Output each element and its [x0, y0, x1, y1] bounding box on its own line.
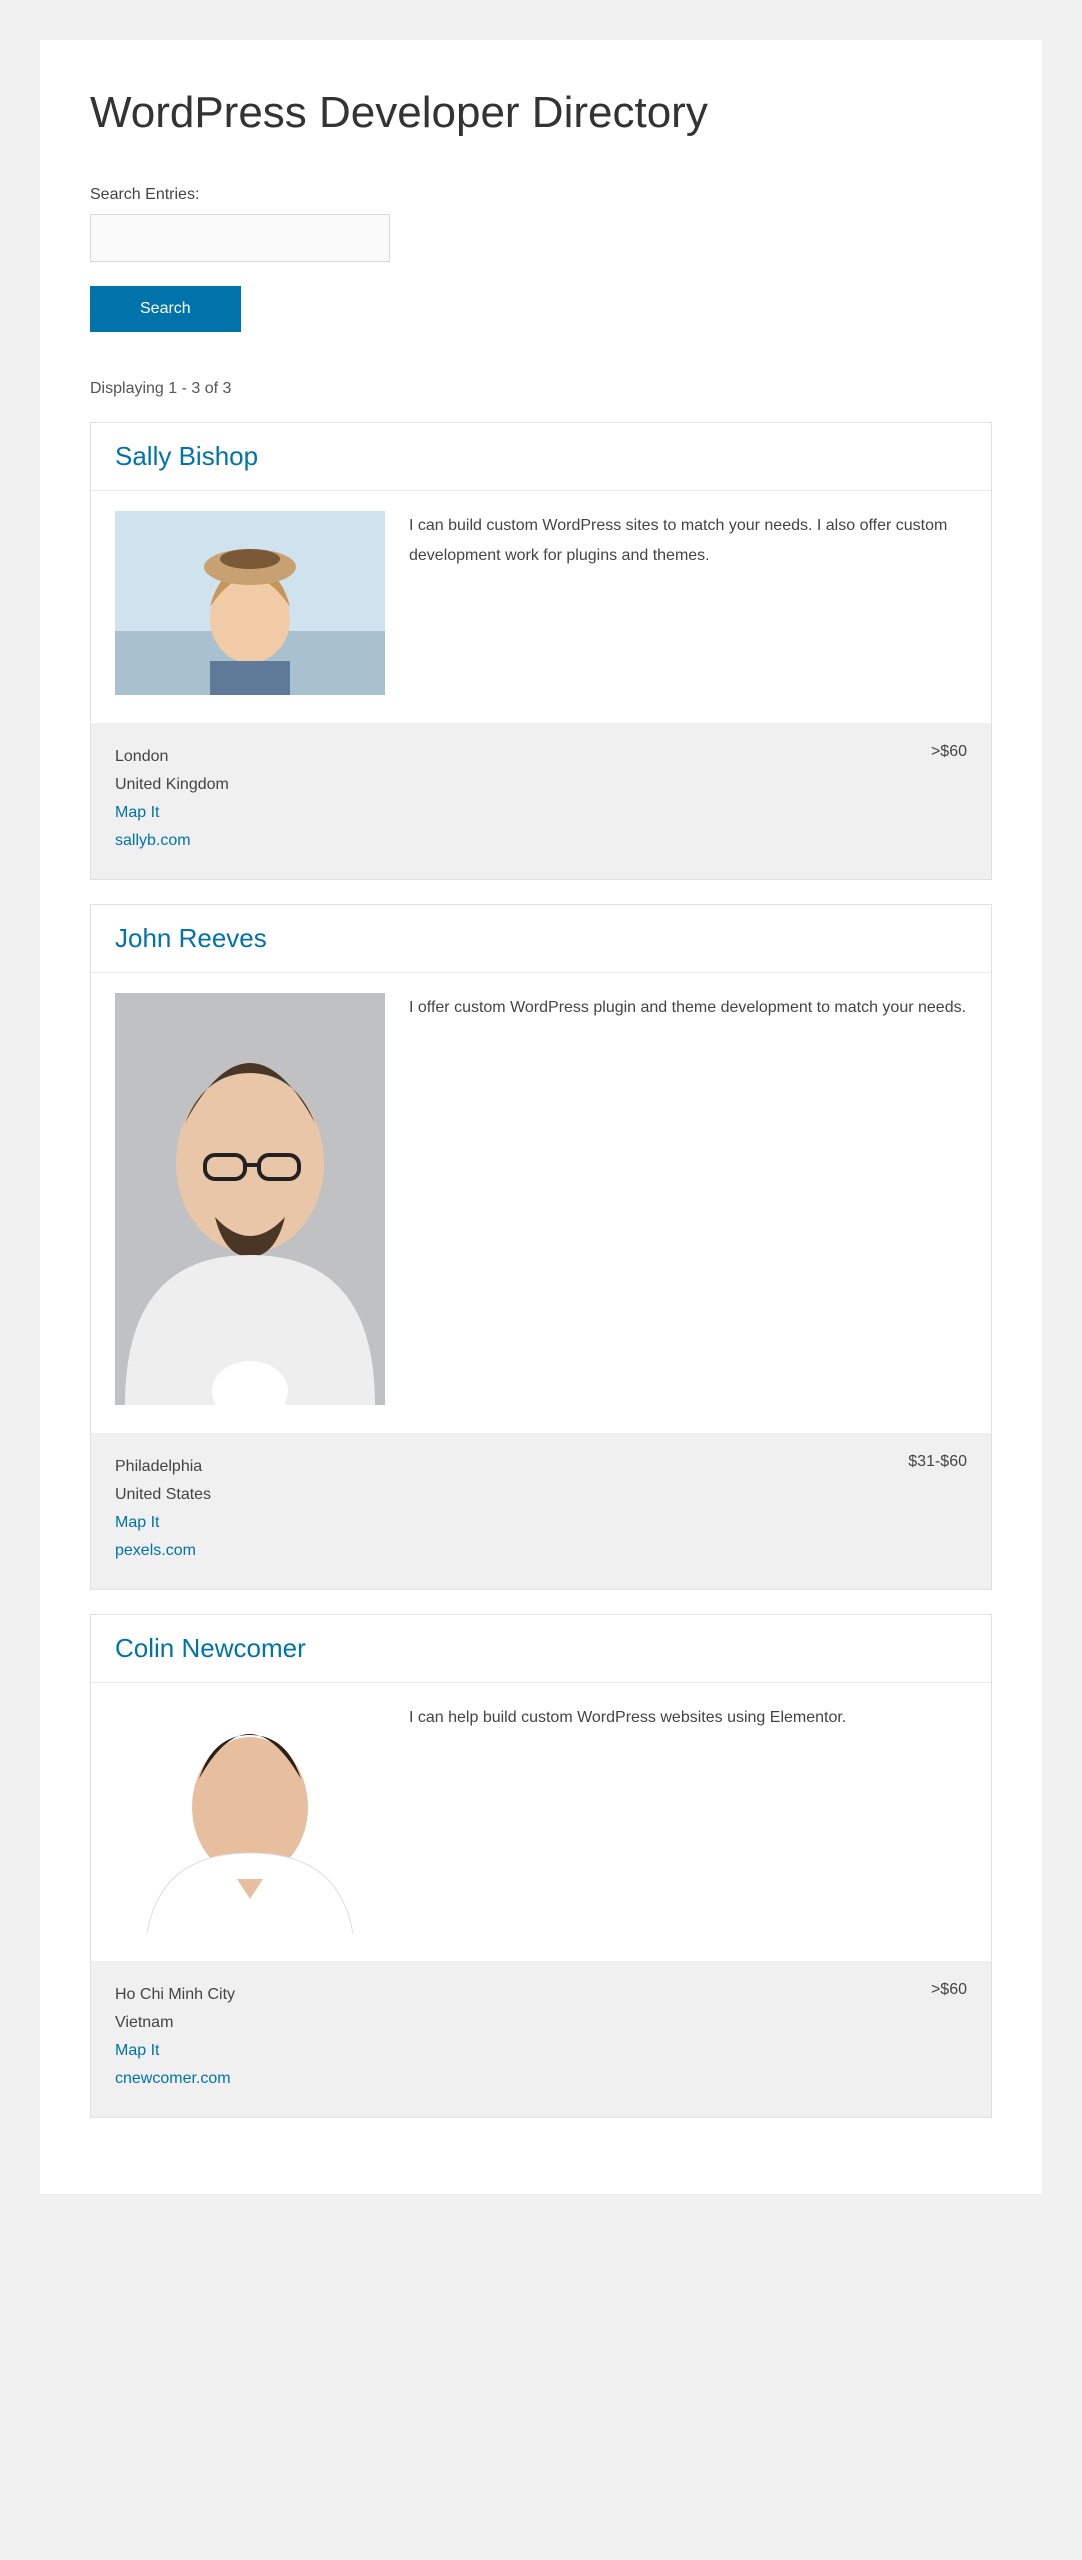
search-label: Search Entries: — [90, 186, 992, 204]
entry-website-link[interactable]: pexels.com — [115, 1537, 211, 1565]
map-it-link[interactable]: Map It — [115, 799, 229, 827]
directory-entry: John Reeves I offer custom WordPress plu… — [90, 904, 992, 1590]
result-count: Displaying 1 - 3 of 3 — [90, 380, 992, 398]
page-title: WordPress Developer Directory — [90, 88, 992, 138]
entry-description: I can build custom WordPress sites to ma… — [409, 511, 967, 572]
entry-price: >$60 — [931, 743, 967, 761]
entry-price: >$60 — [931, 1981, 967, 1999]
map-it-link[interactable]: Map It — [115, 2037, 235, 2065]
entry-country: United Kingdom — [115, 771, 229, 799]
entry-photo — [115, 993, 385, 1405]
entry-price: $31-$60 — [908, 1453, 967, 1471]
entry-description: I can help build custom WordPress websit… — [409, 1703, 967, 1733]
entry-photo — [115, 1703, 385, 1933]
search-input[interactable] — [90, 214, 390, 262]
directory-entry: Colin Newcomer I can help build custom W… — [90, 1614, 992, 2118]
entry-name-link[interactable]: John Reeves — [115, 923, 267, 953]
entry-city: London — [115, 743, 229, 771]
entry-photo — [115, 511, 385, 695]
map-it-link[interactable]: Map It — [115, 1509, 211, 1537]
entry-description: I offer custom WordPress plugin and them… — [409, 993, 967, 1023]
entry-city: Ho Chi Minh City — [115, 1981, 235, 2009]
entry-country: United States — [115, 1481, 211, 1509]
entry-name-link[interactable]: Sally Bishop — [115, 441, 258, 471]
entry-name-link[interactable]: Colin Newcomer — [115, 1633, 306, 1663]
entry-website-link[interactable]: cnewcomer.com — [115, 2065, 235, 2093]
directory-entry: Sally Bishop I can build custom WordPres… — [90, 422, 992, 880]
entry-website-link[interactable]: sallyb.com — [115, 827, 229, 855]
entry-city: Philadelphia — [115, 1453, 211, 1481]
search-button[interactable]: Search — [90, 286, 241, 332]
entry-country: Vietnam — [115, 2009, 235, 2037]
